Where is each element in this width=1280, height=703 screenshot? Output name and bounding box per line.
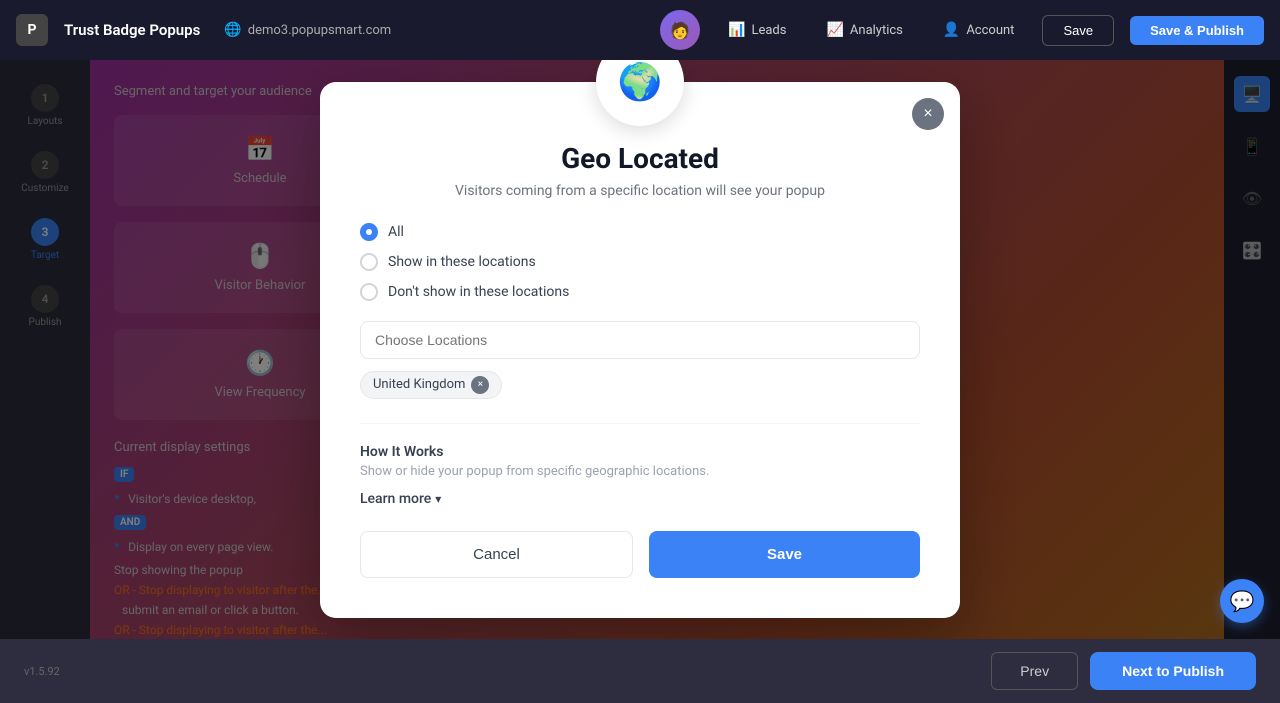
- modal-title: Geo Located: [360, 142, 920, 175]
- globe-icon: 🌐: [224, 22, 241, 38]
- leads-icon: 📊: [728, 22, 745, 38]
- tag-label: United Kingdom: [373, 377, 465, 392]
- how-it-works-desc: Show or hide your popup from specific ge…: [360, 464, 920, 479]
- user-avatar: 🧑: [660, 10, 700, 50]
- account-icon: 👤: [943, 22, 960, 38]
- nav-domain: 🌐 demo3.popupsmart.com: [224, 22, 391, 38]
- app-container: P Trust Badge Popups 🌐 demo3.popupsmart.…: [0, 0, 1280, 703]
- modal-footer: Cancel Save: [360, 531, 920, 578]
- nav-title: Trust Badge Popups: [64, 21, 200, 39]
- nav-logo: P: [16, 14, 48, 46]
- account-nav-item[interactable]: 👤 Account: [931, 16, 1027, 44]
- leads-nav-item[interactable]: 📊 Leads: [716, 16, 798, 44]
- tag-container: United Kingdom ×: [360, 371, 920, 399]
- radio-show[interactable]: Show in these locations: [360, 253, 920, 271]
- location-input[interactable]: [360, 321, 920, 359]
- analytics-icon: 📈: [826, 22, 843, 38]
- how-it-works-title: How It Works: [360, 444, 920, 460]
- modal-save-button[interactable]: Save: [649, 531, 920, 578]
- geo-located-modal: 🌍 × Geo Located Visitors coming from a s…: [320, 82, 960, 618]
- radio-all[interactable]: All: [360, 223, 920, 241]
- radio-group: All Show in these locations Don't show i…: [360, 223, 920, 301]
- radio-circle-all: [360, 223, 378, 241]
- modal-icon-wrapper: 🌍: [596, 60, 684, 126]
- top-nav: P Trust Badge Popups 🌐 demo3.popupsmart.…: [0, 0, 1280, 60]
- geo-icon: 🌍: [618, 61, 663, 103]
- prev-button[interactable]: Prev: [991, 652, 1078, 690]
- version-text: v1.5.92: [24, 665, 60, 678]
- radio-circle-show: [360, 253, 378, 271]
- radio-label-show: Show in these locations: [388, 254, 536, 270]
- modal-subtitle: Visitors coming from a specific location…: [360, 183, 920, 199]
- modal-overlay: 🌍 × Geo Located Visitors coming from a s…: [0, 60, 1280, 639]
- bottom-actions: Prev Next to Publish: [991, 652, 1256, 690]
- tag-remove-button[interactable]: ×: [471, 376, 489, 394]
- modal-close-button[interactable]: ×: [912, 98, 944, 130]
- tag-united-kingdom: United Kingdom ×: [360, 371, 502, 399]
- chat-icon: 💬: [1230, 589, 1255, 613]
- learn-more-button[interactable]: Learn more ▾: [360, 491, 920, 507]
- radio-circle-dont-show: [360, 283, 378, 301]
- chevron-down-icon: ▾: [435, 492, 441, 506]
- radio-label-all: All: [388, 224, 404, 240]
- bottom-bar: v1.5.92 Prev Next to Publish: [0, 639, 1280, 703]
- save-publish-button[interactable]: Save & Publish: [1130, 16, 1264, 45]
- chat-bubble[interactable]: 💬: [1220, 579, 1264, 623]
- main-content: 1 Layouts 2 Customize 3 Target 4: [0, 60, 1280, 639]
- modal-divider: [360, 423, 920, 424]
- analytics-nav-item[interactable]: 📈 Analytics: [814, 16, 914, 44]
- save-button[interactable]: Save: [1042, 15, 1114, 46]
- radio-dont-show[interactable]: Don't show in these locations: [360, 283, 920, 301]
- cancel-button[interactable]: Cancel: [360, 531, 633, 578]
- radio-label-dont-show: Don't show in these locations: [388, 284, 569, 300]
- next-publish-button[interactable]: Next to Publish: [1090, 652, 1256, 690]
